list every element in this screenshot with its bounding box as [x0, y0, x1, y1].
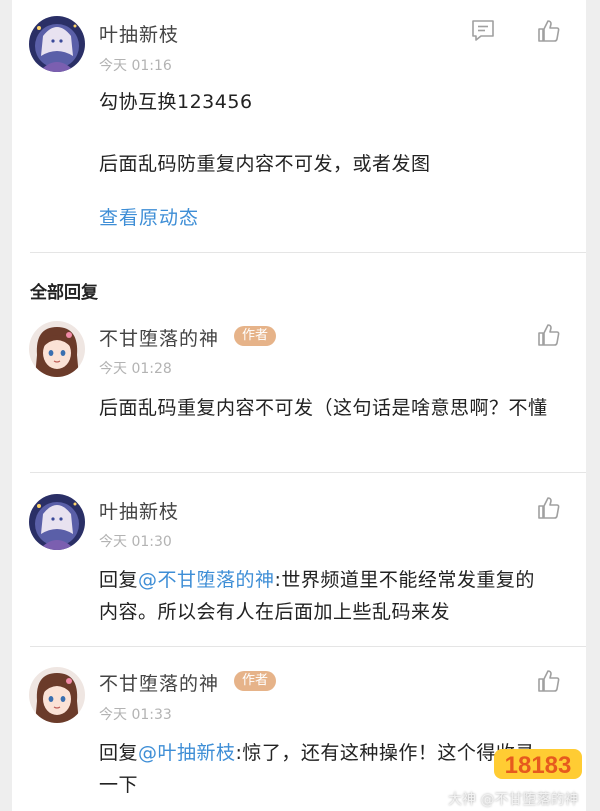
avatar-image-bu — [29, 667, 85, 723]
avatar-image-bu — [29, 321, 85, 377]
divider — [30, 472, 586, 473]
like-icon[interactable] — [536, 668, 562, 694]
watermark-text: 大神 @不甘堕落的神 — [448, 792, 579, 808]
avatar[interactable] — [29, 16, 85, 72]
reply-author-name[interactable]: 不甘堕落的神 — [99, 324, 219, 351]
like-icon[interactable] — [536, 18, 562, 44]
post-author-name[interactable]: 叶抽新枝 — [99, 20, 179, 47]
author-badge: 作者 — [234, 671, 277, 691]
post-text-line2: 后面乱码防重复内容不可发，或者发图 — [99, 153, 431, 175]
mention-link[interactable]: @不甘堕落的神 — [138, 569, 275, 591]
reply-author-name[interactable]: 叶抽新枝 — [99, 497, 179, 524]
all-replies-heading: 全部回复 — [30, 283, 98, 303]
logo-text: 18183 — [505, 752, 572, 779]
reply-text: 回复@不甘堕落的神:世界频道里不能经常发重复的内容。所以会有人在后面加上些乱码来… — [99, 564, 549, 628]
mention-link[interactable]: @叶抽新枝 — [138, 742, 236, 764]
avatar-image-ye — [29, 494, 85, 550]
reply-prefix: 回复 — [99, 569, 139, 591]
post-card: 叶抽新枝 今天 01:16 勾协互换123456 后面乱码防重复内容不可发，或者… — [12, 0, 586, 811]
site-logo: 18183 — [490, 743, 586, 785]
post-time: 今天 01:16 — [99, 58, 172, 74]
view-original-link[interactable]: 查看原动态 — [99, 203, 199, 230]
comment-icon[interactable] — [470, 18, 496, 44]
post-text-line1: 勾协互换123456 — [99, 91, 253, 113]
avatar[interactable] — [29, 494, 85, 550]
like-icon[interactable] — [536, 495, 562, 521]
like-icon[interactable] — [536, 322, 562, 348]
avatar-image-ye — [29, 16, 85, 72]
divider — [30, 646, 586, 647]
reply-time: 今天 01:28 — [99, 361, 172, 377]
reply-text: 后面乱码重复内容不可发（这句话是啥意思啊？不懂 — [99, 397, 548, 419]
reply-author-name[interactable]: 不甘堕落的神 — [99, 669, 219, 696]
author-badge: 作者 — [234, 326, 277, 346]
reply-prefix: 回复 — [99, 742, 139, 764]
avatar[interactable] — [29, 667, 85, 723]
divider — [30, 252, 586, 253]
avatar[interactable] — [29, 321, 85, 377]
reply-time: 今天 01:30 — [99, 534, 172, 550]
reply-time: 今天 01:33 — [99, 707, 172, 723]
